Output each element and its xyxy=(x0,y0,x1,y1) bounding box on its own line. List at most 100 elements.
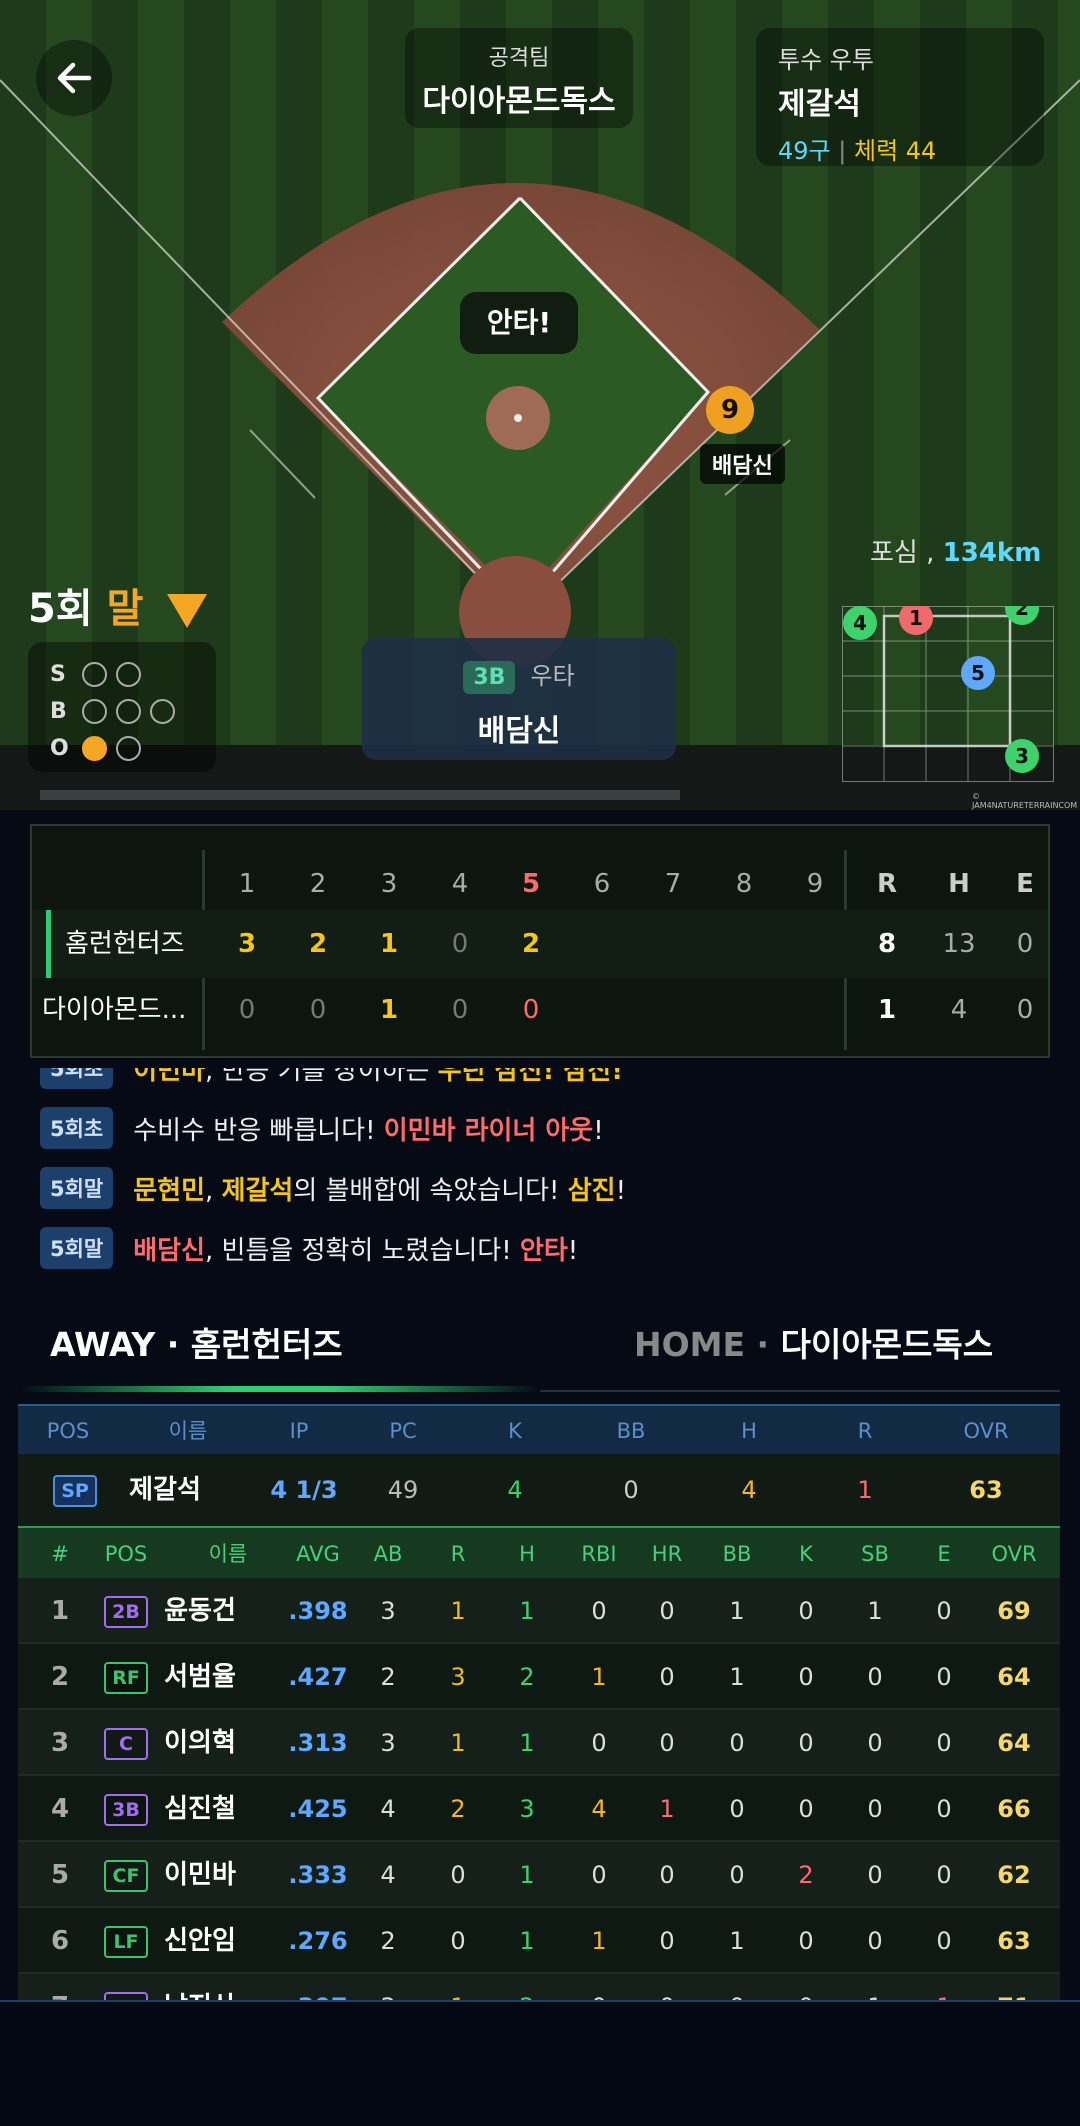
cell-name: 윤동건 xyxy=(164,1596,236,1626)
cell-ab: 4 xyxy=(380,1861,396,1889)
position-badge: 3B xyxy=(104,1794,148,1826)
play-by-play-feed[interactable]: 5회초 이민바, 반응 기를 장이하는 우린 삼진! 삼진! 5회초 수비수 반… xyxy=(40,1068,1040,1288)
arrow-left-icon xyxy=(57,62,92,94)
svg-text:3: 3 xyxy=(1015,744,1029,768)
back-button[interactable] xyxy=(36,40,112,116)
home-runs: 1 xyxy=(877,995,897,1025)
cell-ovr: 64 xyxy=(997,1729,1031,1757)
cell-avg: .398 xyxy=(288,1597,348,1625)
cell-avg: .427 xyxy=(288,1663,348,1691)
cell-avg: .313 xyxy=(288,1729,348,1757)
position-badge: LF xyxy=(104,1926,148,1958)
cell-r: 0 xyxy=(450,1861,466,1889)
table-row[interactable]: 3B 4 심진철 .425 4 2 3 4 1 0 0 0 0 66 xyxy=(18,1776,1060,1842)
ball-count: B xyxy=(50,693,216,730)
cell-e: 0 xyxy=(936,1927,952,1955)
cell-r: 1 xyxy=(450,1729,466,1757)
cell-bb: 1 xyxy=(729,1927,745,1955)
cell-num: 3 xyxy=(50,1728,70,1758)
strike-count: S xyxy=(50,656,216,693)
cell-ab: 2 xyxy=(380,1663,396,1691)
cell-r: 0 xyxy=(450,1927,466,1955)
cell-bb: 1 xyxy=(729,1663,745,1691)
cell-rbi: 1 xyxy=(591,1927,607,1955)
out-count: O xyxy=(50,730,216,767)
table-row[interactable]: 2B 1 윤동건 .398 3 1 1 0 0 1 0 1 0 69 xyxy=(18,1578,1060,1644)
home-team-name: 다이아몬드... xyxy=(42,995,187,1025)
cell-e: 0 xyxy=(936,1795,952,1823)
cell-sb: 0 xyxy=(867,1861,883,1889)
table-row[interactable]: LF 6 신안임 .276 2 0 1 1 0 1 0 0 0 63 xyxy=(18,1908,1060,1974)
svg-text:2: 2 xyxy=(1015,606,1029,620)
scoreboard-away-row: 홈런헌터즈 3 2 1 0 2 8 13 0 xyxy=(32,910,1048,978)
position-badge: SP xyxy=(53,1475,97,1507)
cell-hr: 1 xyxy=(659,1795,675,1823)
cell-avg: .307 xyxy=(278,1974,358,2000)
attack-label: 공격팀 xyxy=(488,46,550,71)
attacking-team-panel: 공격팀 다이아몬드독스 xyxy=(405,28,633,128)
cell-hr: 0 xyxy=(659,1861,675,1889)
tab-away[interactable]: AWAY · 홈런헌터즈 xyxy=(50,1318,343,1366)
cell-name: 남진산 xyxy=(150,1974,250,2000)
cell-ovr: 69 xyxy=(997,1597,1031,1625)
cell-num: 4 xyxy=(50,1794,70,1824)
runner-marker[interactable]: 9 xyxy=(706,386,754,434)
cell-r: 1 xyxy=(428,1974,488,2000)
cell-num: 1 xyxy=(50,1596,70,1626)
cell-h: 1 xyxy=(519,1597,535,1625)
table-row[interactable]: RF 2 서범율 .427 2 3 2 1 0 1 0 0 0 64 xyxy=(18,1644,1060,1710)
batter-position: 3B xyxy=(463,661,516,694)
scoreboard-header-row: 1 2 3 4 5 6 7 8 9 R H E xyxy=(32,850,1048,918)
pitcher-name: 제갈석 xyxy=(778,87,861,122)
cell-bb: 0 xyxy=(707,1974,767,2000)
batter-table-header: # POS 이름 AVG AB R H RBI HR BB K SB E OVR xyxy=(18,1526,1060,1578)
cell-ab: 4 xyxy=(380,1795,396,1823)
cell-ab: 3 xyxy=(380,1597,396,1625)
feed-item: 5회말 문현민, 제갈석의 볼배합에 속았습니다! 삼진! xyxy=(40,1166,626,1210)
pitcher-label: 투수 우투 xyxy=(778,46,874,74)
strike-zone: 4 1 2 5 3 xyxy=(842,606,1054,782)
pitch-speed: 134km xyxy=(942,538,1042,568)
batter-stats-table[interactable]: # POS 이름 AVG AB R H RBI HR BB K SB E OVR… xyxy=(18,1526,1060,2000)
cell-sb: 0 xyxy=(867,1729,883,1757)
cell-bb: 0 xyxy=(729,1729,745,1757)
inning-indicator: 5회 말 xyxy=(28,576,208,634)
svg-text:5: 5 xyxy=(971,661,985,685)
cell-r: 1 xyxy=(450,1597,466,1625)
position-badge: 1B xyxy=(104,1992,148,2000)
pitcher-row[interactable]: SP 제갈석 4 1/3 49 4 0 4 1 63 xyxy=(18,1454,1060,1526)
table-row[interactable]: CF 5 이민바 .333 4 0 1 0 0 0 2 0 0 62 xyxy=(18,1842,1060,1908)
cell-e: 0 xyxy=(936,1729,952,1757)
cell-e: 0 xyxy=(936,1663,952,1691)
home-hits: 4 xyxy=(950,995,968,1025)
table-row[interactable]: 1B7남진산.30731200001171 xyxy=(18,1974,1060,2000)
pitcher-table-header: POS 이름 IP PC K BB H R OVR xyxy=(18,1404,1060,1454)
cell-k: 2 xyxy=(798,1861,814,1889)
cell-k: 0 xyxy=(798,1663,814,1691)
cell-name: 서범율 xyxy=(164,1662,236,1692)
cell-k: 0 xyxy=(798,1927,814,1955)
cell-bb: 0 xyxy=(729,1795,745,1823)
cell-sb: 0 xyxy=(867,1663,883,1691)
cell-hr: 0 xyxy=(659,1927,675,1955)
triangle-down-icon xyxy=(167,594,208,628)
stamina: 체력 44 xyxy=(853,137,937,165)
inning-number: 5회 xyxy=(28,586,93,632)
away-runs: 8 xyxy=(877,929,897,959)
pitch-info: 포심 , 134km xyxy=(870,538,1042,568)
cell-h: 1 xyxy=(519,1861,535,1889)
cell-num: 7 xyxy=(40,1974,80,2000)
tab-home[interactable]: HOME · 다이아몬드독스 xyxy=(634,1318,993,1366)
cell-r: 3 xyxy=(450,1663,466,1691)
cell-e: 0 xyxy=(936,1861,952,1889)
cell-h: 1 xyxy=(519,1729,535,1757)
cell-name: 심진철 xyxy=(164,1794,236,1824)
cell-h: 2 xyxy=(497,1974,557,2000)
current-inning-header: 5 xyxy=(521,869,541,899)
cell-rbi: 0 xyxy=(591,1597,607,1625)
cell-avg: .276 xyxy=(288,1927,348,1955)
scoreboard: 1 2 3 4 5 6 7 8 9 R H E 홈런헌터즈 3 2 1 0 2 … xyxy=(30,824,1050,1058)
cell-bb: 0 xyxy=(729,1861,745,1889)
table-row[interactable]: C 3 이의혁 .313 3 1 1 0 0 0 0 0 0 64 xyxy=(18,1710,1060,1776)
scoreboard-home-row: 다이아몬드... 0 0 1 0 0 1 4 0 xyxy=(32,976,1048,1044)
